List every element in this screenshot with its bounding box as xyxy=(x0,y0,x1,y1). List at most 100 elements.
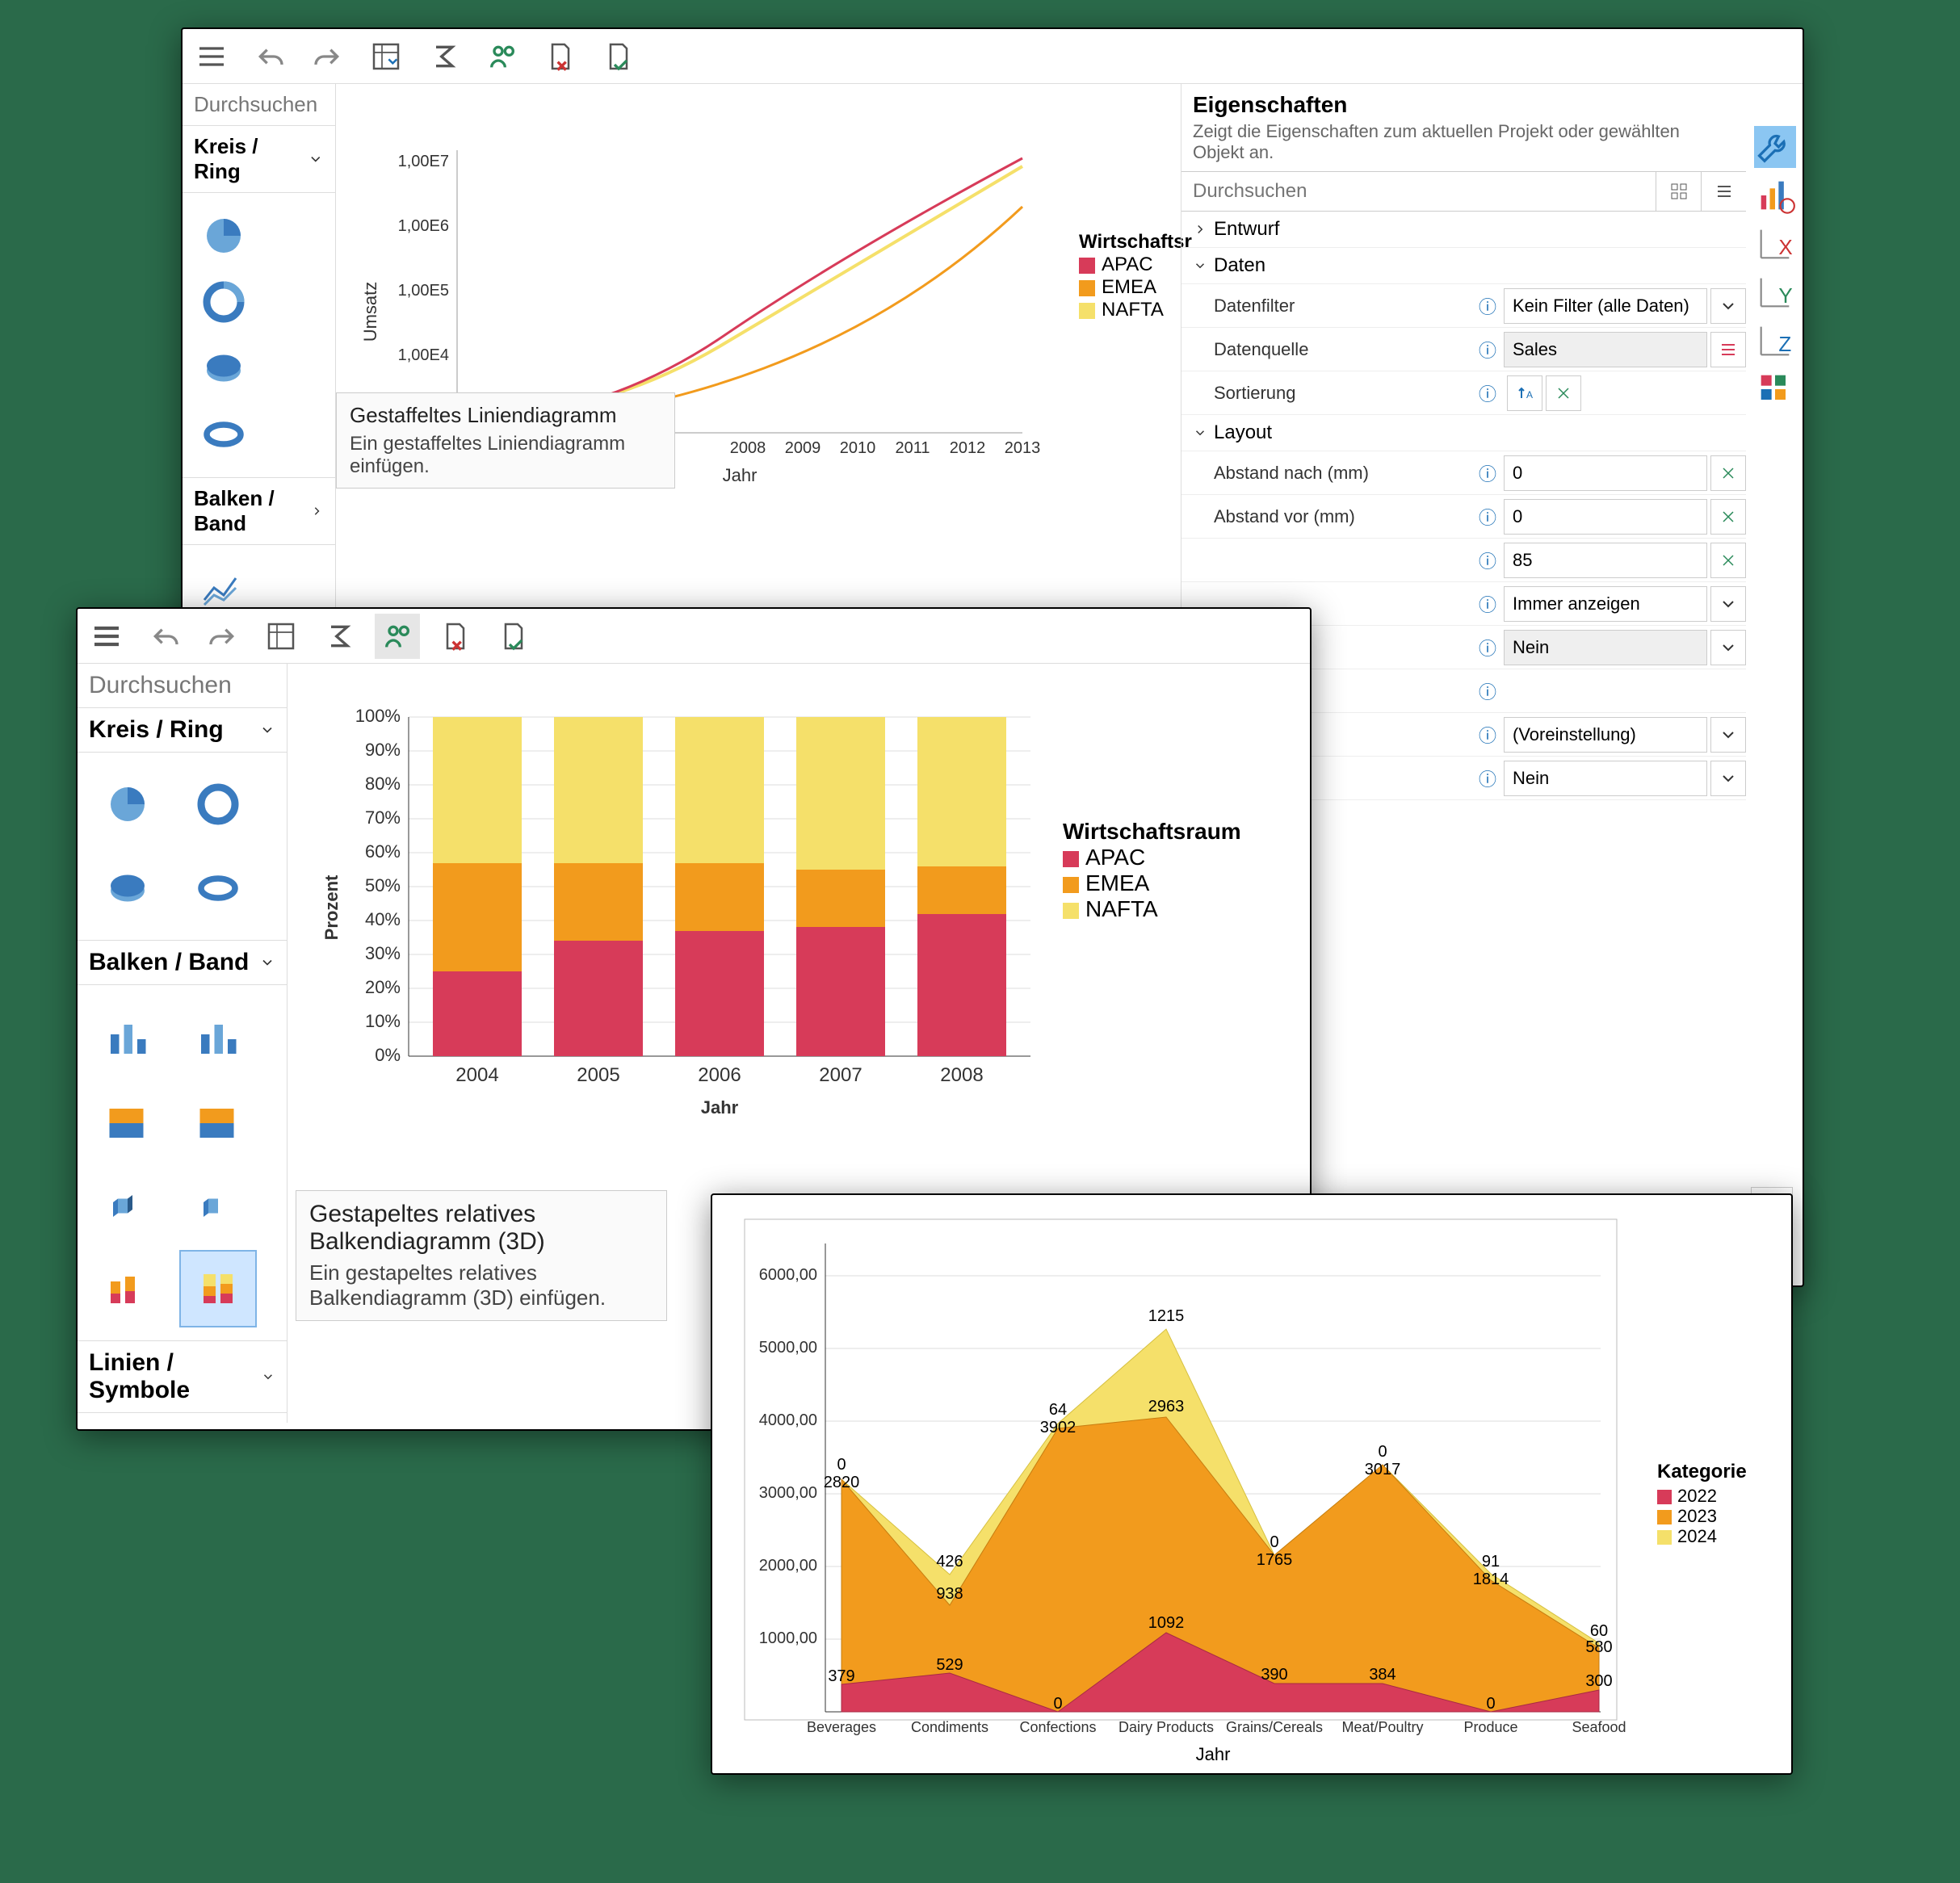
source-field[interactable]: Sales xyxy=(1504,332,1707,367)
info-icon[interactable]: ⓘ xyxy=(1471,591,1504,617)
page-delete-button[interactable] xyxy=(538,34,583,79)
tooltip-body: Ein gestaffeltes Liniendiagramm einfügen… xyxy=(350,433,661,478)
thumb-pie[interactable] xyxy=(89,765,166,843)
info-icon[interactable]: ⓘ xyxy=(1471,460,1504,486)
svg-text:Dairy Products: Dairy Products xyxy=(1119,1719,1214,1735)
info-icon[interactable]: ⓘ xyxy=(1471,293,1504,319)
chevron-down-icon xyxy=(308,151,324,167)
preset-dropdown[interactable] xyxy=(1710,717,1746,753)
category-bars[interactable]: Balken / Band xyxy=(78,940,287,985)
svg-text:X: X xyxy=(1778,235,1792,259)
menu-button[interactable] xyxy=(84,614,129,659)
thumb-pie3d[interactable] xyxy=(194,338,254,398)
fx-button[interactable] xyxy=(1710,499,1746,535)
sigma-button[interactable] xyxy=(317,614,362,659)
chevron-right-icon xyxy=(1193,222,1207,237)
group-entwurf[interactable]: Entwurf xyxy=(1181,212,1746,248)
thumb-donut[interactable] xyxy=(194,272,254,332)
nein2-field[interactable]: Nein xyxy=(1504,761,1707,796)
tooltip-title: Gestaffeltes Liniendiagramm xyxy=(350,403,661,428)
undo-button[interactable] xyxy=(142,614,187,659)
table-filter-button[interactable] xyxy=(363,34,409,79)
page-check-button[interactable] xyxy=(491,614,536,659)
thumb-bar1[interactable] xyxy=(89,998,166,1076)
after-field[interactable]: 0 xyxy=(1504,455,1707,491)
show-field[interactable]: Immer anzeigen xyxy=(1504,586,1707,622)
thumb-bar3d-3[interactable] xyxy=(89,1250,166,1327)
info-icon[interactable]: ⓘ xyxy=(1471,547,1504,573)
group-layout[interactable]: Layout xyxy=(1181,415,1746,451)
thumb-donut[interactable] xyxy=(179,765,257,843)
thumb-stacked-rel-3d[interactable] xyxy=(179,1250,257,1327)
thumb-donut3d[interactable] xyxy=(194,405,254,464)
info-icon[interactable]: ⓘ xyxy=(1471,765,1504,791)
preset-field[interactable]: (Voreinstellung) xyxy=(1504,717,1707,753)
filter-field[interactable]: Kein Filter (alle Daten) xyxy=(1504,288,1707,324)
fx-button[interactable] xyxy=(1710,543,1746,578)
svg-text:Seafood: Seafood xyxy=(1572,1719,1626,1735)
nein1-field[interactable]: Nein xyxy=(1504,630,1707,665)
show-dropdown[interactable] xyxy=(1710,586,1746,622)
sigma-button[interactable] xyxy=(422,34,467,79)
thumb-bar3d-2[interactable] xyxy=(179,1166,257,1243)
svg-text:1,00E4: 1,00E4 xyxy=(398,346,449,364)
grid-colors-icon[interactable] xyxy=(1754,368,1796,410)
group-daten[interactable]: Daten xyxy=(1181,248,1746,284)
thumb-bar4[interactable] xyxy=(179,1082,257,1160)
sort-asc[interactable]: A xyxy=(1507,375,1542,411)
category-ring[interactable]: Kreis / Ring xyxy=(183,125,335,193)
xlabel: Jahr xyxy=(723,465,758,485)
thumb-bar3d-1[interactable] xyxy=(89,1166,166,1243)
thumb-pie3d[interactable] xyxy=(89,849,166,927)
axis-x-icon[interactable]: X xyxy=(1754,223,1796,265)
palette-search[interactable]: Durchsuchen xyxy=(183,84,335,125)
info-icon[interactable]: ⓘ xyxy=(1471,722,1504,748)
info-icon[interactable]: ⓘ xyxy=(1471,635,1504,661)
thumb-pie[interactable] xyxy=(194,206,254,266)
nein1-dropdown[interactable] xyxy=(1710,630,1746,665)
page-delete-button[interactable] xyxy=(433,614,478,659)
svg-text:938: 938 xyxy=(936,1585,963,1603)
properties-search[interactable] xyxy=(1181,172,1656,211)
sort-fx[interactable] xyxy=(1546,375,1581,411)
axis-y-icon[interactable]: Y xyxy=(1754,271,1796,313)
table-filter-button[interactable] xyxy=(258,614,304,659)
axis-z-icon[interactable]: Z xyxy=(1754,320,1796,362)
redo-button[interactable] xyxy=(305,34,350,79)
svg-text:2005: 2005 xyxy=(577,1064,619,1086)
source-picker[interactable] xyxy=(1710,332,1746,367)
view-list[interactable] xyxy=(1701,172,1746,211)
thumb-bar3[interactable] xyxy=(89,1082,166,1160)
field-85[interactable]: 85 xyxy=(1504,543,1707,578)
page-check-button[interactable] xyxy=(596,34,641,79)
users-button[interactable] xyxy=(375,614,420,659)
info-icon[interactable]: ⓘ xyxy=(1471,337,1504,363)
palette-search[interactable]: Durchsuchen xyxy=(78,664,287,707)
before-field[interactable]: 0 xyxy=(1504,499,1707,535)
thumb-bar2[interactable] xyxy=(179,998,257,1076)
chart-settings-icon[interactable] xyxy=(1754,174,1796,216)
menu-button[interactable] xyxy=(189,34,234,79)
view-categories[interactable] xyxy=(1656,172,1701,211)
wrench-icon[interactable] xyxy=(1754,126,1796,168)
category-ring[interactable]: Kreis / Ring xyxy=(78,707,287,753)
info-icon[interactable]: ⓘ xyxy=(1471,678,1504,704)
svg-text:50%: 50% xyxy=(365,875,401,895)
category-bars[interactable]: Balken / Band xyxy=(183,477,335,545)
undo-button[interactable] xyxy=(247,34,292,79)
svg-text:Jahr: Jahr xyxy=(701,1097,739,1118)
chevron-down-icon xyxy=(261,1369,275,1385)
svg-text:40%: 40% xyxy=(365,909,401,929)
info-icon[interactable]: ⓘ xyxy=(1471,380,1504,406)
users-button[interactable] xyxy=(480,34,525,79)
redo-button[interactable] xyxy=(200,614,246,659)
svg-text:1765: 1765 xyxy=(1257,1551,1293,1569)
thumb-donut3d[interactable] xyxy=(179,849,257,927)
nein2-dropdown[interactable] xyxy=(1710,761,1746,796)
fx-button[interactable] xyxy=(1710,455,1746,491)
info-icon[interactable]: ⓘ xyxy=(1471,504,1504,530)
ring-thumbs xyxy=(183,193,335,477)
category-lines[interactable]: Linien / Symbole xyxy=(78,1340,287,1413)
filter-dropdown[interactable] xyxy=(1710,288,1746,324)
svg-text:2008: 2008 xyxy=(730,439,766,457)
